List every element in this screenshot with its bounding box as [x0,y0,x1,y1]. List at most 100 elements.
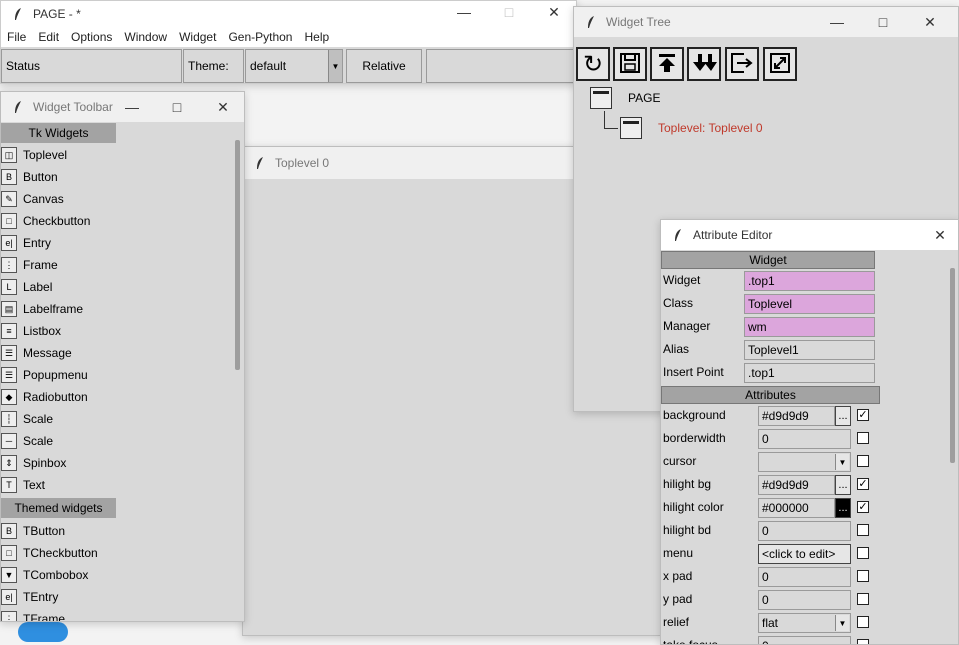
toolbar-scrollbar[interactable] [235,140,240,370]
vscale-icon: ┆ [1,411,17,427]
tree-titlebar[interactable]: Widget Tree — □ ✕ [574,7,958,37]
attr-value-field[interactable]: Toplevel [744,294,875,314]
toolbar-item-listbox[interactable]: ≡ Listbox [1,320,61,342]
attr-value-field[interactable]: 0 [758,429,851,449]
main-window[interactable]: PAGE - * — □ ✕ File Edit Options Window … [0,0,577,84]
attr-value-field[interactable]: wm [744,317,875,337]
close-button[interactable]: ✕ [907,7,953,37]
default-checkbox[interactable]: ✓ [857,409,869,421]
default-checkbox[interactable] [857,593,869,605]
menu-options[interactable]: Options [65,30,118,44]
attr-value-field[interactable]: .top1 [744,363,875,383]
attribute-editor-window[interactable]: Attribute Editor ✕ Widget Attributes Wid… [660,219,959,645]
menu-file[interactable]: File [1,30,32,44]
menu-gen-python[interactable]: Gen-Python [222,30,298,44]
toolbar-item-label[interactable]: L Label [1,276,52,298]
attr-row-hilight-color: hilight color #000000... ✓ [661,497,941,519]
toolbar-item-button[interactable]: B Button [1,166,58,188]
attr-titlebar[interactable]: Attribute Editor ✕ [661,220,958,250]
toolbar-item-popupmenu[interactable]: ☰ Popupmenu [1,364,88,386]
menu-edit[interactable]: Edit [32,30,65,44]
relative-button[interactable]: Relative [346,49,422,83]
toolbar-item-entry[interactable]: e| Entry [1,232,51,254]
default-checkbox[interactable] [857,639,869,644]
maximize-button[interactable]: □ [154,92,200,122]
theme-combobox[interactable]: default ▼ [245,49,343,83]
attr-value-field[interactable]: 0 [758,567,851,587]
attr-value-field[interactable]: <click to edit> [758,544,851,564]
menu-window[interactable]: Window [118,30,173,44]
attr-value-field[interactable]: #d9d9d9 [758,406,835,426]
attr-value-combobox[interactable]: flat ▼ [758,613,851,633]
toolbar-titlebar[interactable]: Widget Toolbar — □ ✕ [1,92,244,122]
toolbar-item-labelframe[interactable]: ▤ Labelframe [1,298,83,320]
toolbar-item-scale[interactable]: ┆ Scale [1,408,53,430]
toolbar-item-tbutton[interactable]: B TButton [1,520,65,542]
close-button[interactable]: ✕ [531,1,576,23]
attr-value-text: 0 [762,593,769,607]
chevron-down-icon[interactable]: ▼ [835,454,849,470]
toolbar-item-message[interactable]: ☰ Message [1,342,72,364]
ellipsis-button[interactable]: ... [835,475,851,495]
tcombobox-icon: ▼ [1,567,17,583]
close-button[interactable]: ✕ [200,92,244,122]
toolbar-item-tcheckbutton[interactable]: □ TCheckbutton [1,542,98,564]
minimize-button[interactable]: — [109,92,155,122]
attr-value-field[interactable]: #d9d9d9 [758,475,835,495]
attr-scrollbar[interactable] [950,268,955,463]
maximize-button[interactable]: □ [486,1,532,23]
default-checkbox[interactable] [857,432,869,444]
toolbar-item-tcombobox[interactable]: ▼ TCombobox [1,564,88,586]
attr-value-combobox[interactable]: ▼ [758,452,851,472]
close-button[interactable]: ✕ [923,220,957,250]
toolbar-item-frame[interactable]: ⋮ Frame [1,254,58,276]
move-down-button[interactable] [687,47,721,81]
save-button[interactable] [613,47,647,81]
toolbar-item-label: Canvas [23,192,64,206]
chevron-down-icon[interactable]: ▼ [328,50,342,82]
toolbar-item-spinbox[interactable]: ⇕ Spinbox [1,452,66,474]
toolbar-item-tframe[interactable]: ⋮ TFrame [1,608,65,621]
toolbar-item-tentry[interactable]: e| TEntry [1,586,58,608]
ellipsis-button[interactable]: ... [835,498,851,518]
toolbar-item-checkbutton[interactable]: □ Checkbutton [1,210,90,232]
toolbar-item-canvas[interactable]: ✎ Canvas [1,188,64,210]
feather-icon [249,156,271,170]
toolbar-item-text[interactable]: T Text [1,474,45,496]
toolbar-item-toplevel[interactable]: ◫ Toplevel [1,144,67,166]
minimize-button[interactable]: — [814,7,860,37]
main-titlebar[interactable]: PAGE - * — □ ✕ [1,1,576,27]
default-checkbox[interactable] [857,524,869,536]
tree-title: Widget Tree [606,15,671,29]
export-button[interactable] [725,47,759,81]
tree-root-node[interactable]: PAGE [590,87,660,109]
default-checkbox[interactable]: ✓ [857,501,869,513]
menu-help[interactable]: Help [298,30,335,44]
move-up-button[interactable] [650,47,684,81]
minimize-button[interactable]: — [441,1,487,23]
toolbar-item-scale[interactable]: ─ Scale [1,430,53,452]
attr-value-field[interactable]: 0 [758,590,851,610]
attr-value-field[interactable]: 0 [758,636,851,644]
attr-value-field[interactable]: .top1 [744,271,875,291]
default-checkbox[interactable] [857,570,869,582]
popupmenu-icon: ☰ [1,367,17,383]
toolbar-item-radiobutton[interactable]: ◆ Radiobutton [1,386,88,408]
attr-value-field[interactable]: 0 [758,521,851,541]
attr-value-field[interactable]: #000000 [758,498,835,518]
menu-widget[interactable]: Widget [173,30,222,44]
default-checkbox[interactable] [857,616,869,628]
maximize-button[interactable]: □ [860,7,906,37]
refresh-button[interactable]: ↻ [576,47,610,81]
ellipsis-button[interactable]: ... [835,406,851,426]
default-checkbox[interactable] [857,547,869,559]
attr-value-field[interactable]: Toplevel1 [744,340,875,360]
default-checkbox[interactable]: ✓ [857,478,869,490]
section-tk-widgets: Tk Widgets [1,123,116,143]
tree-child-node[interactable]: Toplevel: Toplevel 0 [620,117,763,139]
expand-button[interactable] [763,47,797,81]
chevron-down-icon[interactable]: ▼ [835,615,849,631]
widget-toolbar-window[interactable]: Widget Toolbar — □ ✕ Tk Widgets ◫ Topleve… [0,91,245,622]
default-checkbox[interactable] [857,455,869,467]
feather-icon [580,15,602,29]
